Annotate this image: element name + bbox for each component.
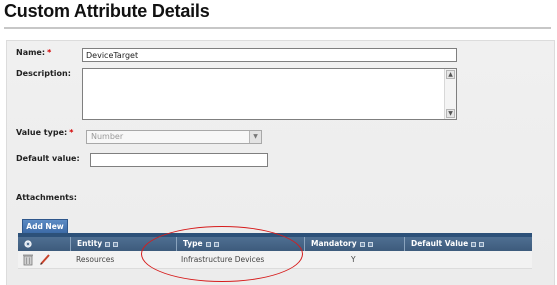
scroll-up-icon[interactable]: ▲	[446, 70, 455, 79]
filter-icon[interactable]	[479, 241, 485, 247]
column-header-type[interactable]: Type	[176, 237, 304, 251]
sort-icon[interactable]	[105, 241, 111, 247]
column-header-default-value-label: Default Value	[411, 239, 469, 248]
value-type-label-text: Value type:	[16, 128, 68, 137]
table-row[interactable]: Resources Infrastructure Devices Y	[18, 251, 532, 269]
scroll-down-icon[interactable]: ▼	[446, 109, 455, 118]
add-new-button[interactable]: Add New	[22, 219, 68, 234]
sort-icon[interactable]	[359, 241, 365, 247]
column-header-entity[interactable]: Entity	[70, 237, 176, 251]
cell-entity: Resources	[76, 255, 115, 264]
column-header-mandatory-label: Mandatory	[311, 239, 357, 248]
name-label-text: Name:	[16, 48, 46, 57]
filter-icon[interactable]	[113, 241, 119, 247]
value-type-label: Value type: *	[16, 128, 73, 137]
description-textarea[interactable]: ▲ ▼	[82, 68, 457, 120]
sort-icon[interactable]	[205, 241, 211, 247]
cell-type: Infrastructure Devices	[181, 255, 265, 264]
value-type-select[interactable]: Number ▼	[86, 130, 262, 144]
column-header-default-value[interactable]: Default Value	[404, 237, 532, 251]
default-value-input[interactable]	[90, 153, 268, 167]
column-header-entity-label: Entity	[77, 239, 103, 248]
attachments-grid-header: Entity Type Mandatory Default Value	[18, 237, 532, 251]
attachments-label: Attachments:	[16, 193, 77, 202]
column-header-type-label: Type	[183, 239, 203, 248]
page-title: Custom Attribute Details	[4, 1, 210, 21]
filter-icon[interactable]	[213, 241, 219, 247]
sort-icon[interactable]	[471, 241, 477, 247]
name-input[interactable]	[82, 48, 457, 62]
value-type-value: Number	[91, 132, 124, 141]
description-label: Description:	[16, 69, 71, 78]
chevron-down-icon[interactable]: ▼	[249, 131, 261, 143]
grid-settings-icon[interactable]	[18, 237, 40, 251]
column-header-mandatory[interactable]: Mandatory	[304, 237, 404, 251]
description-scrollbar[interactable]: ▲ ▼	[444, 69, 456, 119]
required-mark: *	[69, 128, 74, 137]
filter-icon[interactable]	[367, 241, 373, 247]
delete-icon[interactable]	[22, 253, 34, 267]
name-label: Name: *	[16, 48, 51, 57]
required-mark: *	[47, 48, 52, 57]
edit-icon[interactable]	[39, 253, 51, 267]
cell-mandatory: Y	[351, 255, 356, 264]
title-divider	[4, 27, 551, 29]
default-value-label: Default value:	[16, 154, 80, 163]
